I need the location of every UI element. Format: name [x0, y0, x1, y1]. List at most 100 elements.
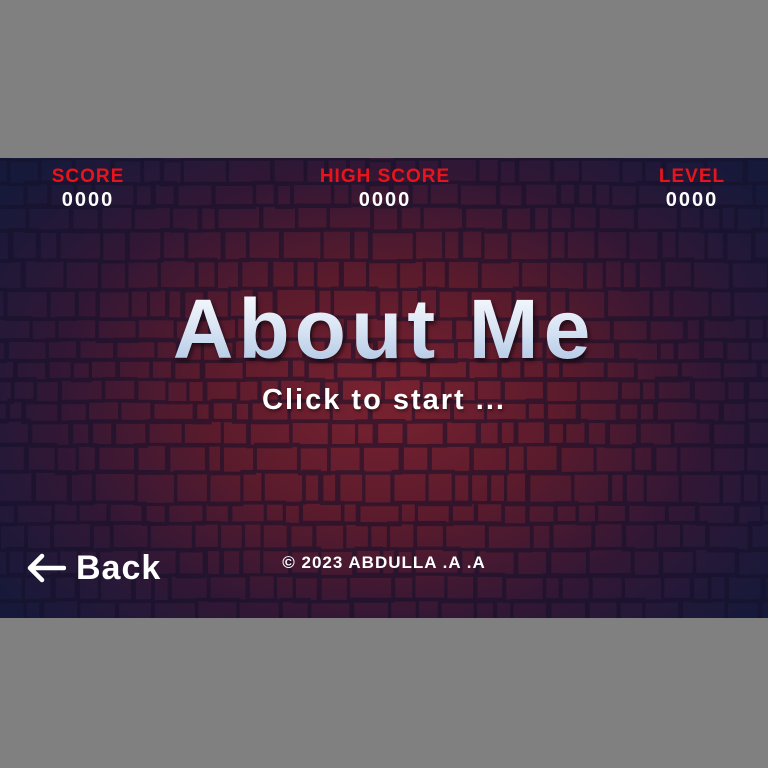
background-tile [37, 229, 61, 263]
background-tile [367, 522, 390, 552]
background-tile [173, 470, 210, 505]
background-tile [236, 599, 282, 618]
background-tile [0, 469, 35, 504]
background-tile [556, 444, 597, 475]
background-tile [75, 443, 98, 474]
background-tile [760, 205, 768, 233]
background-tile [207, 574, 249, 603]
high-score-value: 0000 [358, 189, 412, 211]
background-tile [343, 521, 372, 551]
background-tile [302, 469, 322, 504]
background-tile [473, 572, 506, 601]
background-tile [678, 472, 723, 507]
level-display: LEVEL 0000 [654, 166, 730, 212]
background-tile [316, 575, 350, 604]
background-tile [530, 522, 554, 552]
background-tile [505, 443, 527, 474]
background-tile [32, 469, 72, 504]
background-tile [253, 442, 300, 473]
background-tile [760, 501, 768, 525]
background-tile [372, 419, 406, 447]
background-tile [626, 228, 663, 262]
background-tile [110, 521, 151, 551]
background-tile [740, 470, 761, 505]
background-tile [753, 181, 768, 208]
background-tile [481, 230, 511, 264]
background-tile [508, 229, 552, 263]
background-tile [369, 230, 416, 264]
background-tile [362, 471, 394, 506]
background-tile [675, 229, 708, 263]
score-value: 0000 [61, 189, 115, 211]
background-tile [457, 182, 499, 209]
background-tile [549, 521, 595, 551]
background-tile [0, 443, 29, 474]
background-tile [527, 472, 575, 507]
background-tile [400, 444, 432, 475]
background-tile [427, 443, 473, 474]
game-screen[interactable]: SCORE 0000 HIGH SCORE 0000 LEVEL 0000 Ab… [0, 158, 768, 618]
background-tile [398, 501, 418, 525]
background-tile [114, 599, 155, 618]
background-tile [622, 471, 647, 506]
background-tile [0, 522, 27, 552]
background-tile [724, 230, 756, 264]
background-tile [220, 229, 250, 263]
background-tile [51, 501, 80, 525]
background-tile [475, 158, 501, 184]
background-tile [516, 158, 555, 185]
background-tile [134, 471, 178, 506]
background-tile [497, 158, 518, 186]
background-tile [0, 503, 18, 527]
background-tile [413, 520, 447, 550]
background-tile [347, 574, 395, 603]
background-tile [126, 229, 164, 263]
background-tile [387, 598, 419, 618]
background-tile [523, 443, 562, 474]
background-tile [504, 205, 536, 233]
start-prompt[interactable]: Click to start ... [0, 384, 768, 417]
background-tile [280, 229, 324, 263]
background-tile [0, 205, 30, 233]
background-tile [150, 600, 198, 618]
background-tile [637, 420, 674, 448]
background-tile [77, 600, 120, 618]
background-tile [56, 228, 104, 262]
background-tile [49, 520, 93, 550]
background-tile [413, 228, 446, 262]
background-tile [442, 419, 479, 447]
background-tile [468, 470, 492, 505]
background-tile [131, 205, 173, 233]
background-tile [241, 521, 264, 551]
background-tile [643, 472, 682, 507]
background-tile [263, 500, 286, 524]
background-tile [621, 522, 657, 552]
background-tile [99, 230, 128, 264]
background-tile [559, 573, 593, 602]
background-tile [191, 520, 221, 550]
background-tile [207, 472, 244, 507]
background-tile [23, 598, 43, 618]
background-tile [564, 228, 598, 262]
background-tile [54, 445, 79, 476]
background-tile [653, 444, 681, 475]
score-label: SCORE [51, 166, 125, 187]
background-tile [632, 442, 655, 473]
background-tile [671, 419, 715, 447]
background-tile [23, 442, 58, 473]
background-tile [470, 445, 509, 476]
background-tile [111, 420, 149, 448]
background-tile [724, 600, 763, 618]
background-tile [90, 420, 117, 448]
background-tile [0, 574, 25, 603]
background-tile [308, 599, 355, 618]
background-tile [547, 227, 568, 261]
background-tile [218, 522, 246, 552]
background-tile [478, 419, 503, 447]
background-tile [240, 469, 265, 504]
background-tile [653, 520, 683, 550]
background-tile [312, 522, 347, 552]
background-tile [444, 573, 478, 602]
background-tile [391, 469, 429, 504]
background-tile [404, 420, 448, 448]
